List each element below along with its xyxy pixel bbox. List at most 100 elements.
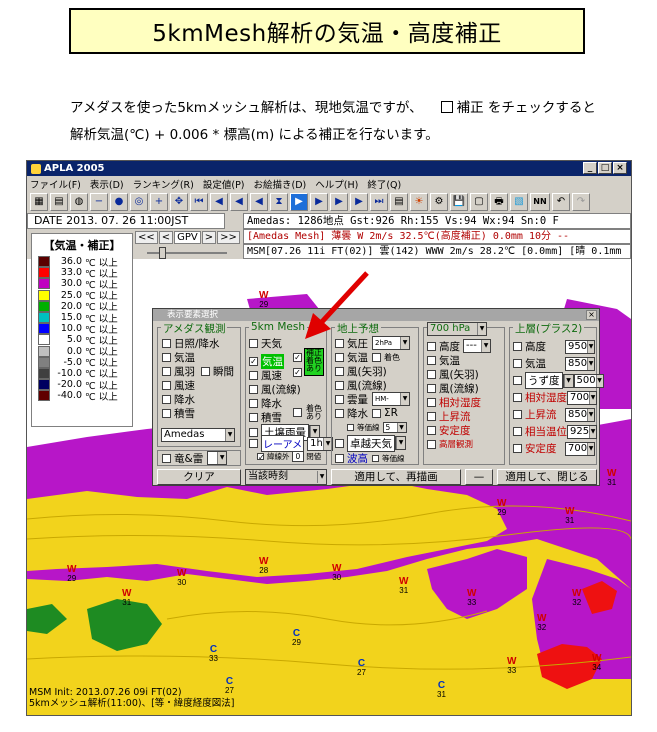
undo-icon[interactable]: ↶ <box>552 193 570 211</box>
ground-cloud-check[interactable]: 雲量 HM- ▼ <box>335 392 410 406</box>
globe-icon[interactable]: ◍ <box>70 193 88 211</box>
settings-icon[interactable]: ⚙ <box>430 193 448 211</box>
amedas-precip-check[interactable]: 降水 <box>162 392 234 406</box>
gpv-prev-button[interactable]: << <box>135 231 158 244</box>
zoom-reset-icon[interactable]: ● <box>110 193 128 211</box>
checkbox-empty[interactable] <box>249 384 258 394</box>
checkbox-empty[interactable] <box>335 438 344 448</box>
upper-humidity-select[interactable]: 700 ▼ <box>567 390 597 405</box>
slider-thumb[interactable] <box>159 247 166 259</box>
checkbox-empty[interactable] <box>249 370 258 380</box>
checkbox-empty[interactable] <box>427 383 436 393</box>
gpv-back-button[interactable]: < <box>158 231 174 244</box>
apply-redraw-button[interactable]: 適用して、再描画 <box>331 469 461 485</box>
upper-temp-row[interactable]: 気温 850 ▼ <box>513 355 595 372</box>
apply-close-button[interactable]: 適用して、閉じる <box>497 469 597 485</box>
title-bar[interactable]: APLA 2005 <box>27 161 631 176</box>
upper-updraft-row[interactable]: 上昇流 850 ▼ <box>513 406 595 423</box>
checkbox-empty[interactable] <box>335 366 344 376</box>
hpa-updraft-check[interactable]: 上昇流 <box>427 409 491 423</box>
mesh-wind-stream-check[interactable]: 風(流線) <box>249 382 320 396</box>
last-frame-icon[interactable]: ⏭ <box>370 193 388 211</box>
checkbox-empty[interactable] <box>162 394 171 404</box>
back-3-icon[interactable]: ◀ <box>210 193 228 211</box>
tohen-select[interactable]: 5 ▼ <box>382 422 407 433</box>
menu-help[interactable]: ヘルプ(H) <box>315 177 358 191</box>
amedas-wind-check[interactable]: 風羽 瞬間 <box>162 364 234 378</box>
hosei-check[interactable]: ✓ <box>293 353 302 362</box>
zoom-out-icon[interactable]: − <box>90 193 108 211</box>
redo-icon[interactable]: ↷ <box>572 193 590 211</box>
rader-select[interactable]: 1h ▼ <box>307 436 334 451</box>
checkbox-empty[interactable] <box>427 425 436 435</box>
checkbox-empty[interactable] <box>162 408 171 418</box>
forward-1-icon[interactable]: ▶ <box>310 193 328 211</box>
precip-coloring-check[interactable] <box>293 408 302 417</box>
hpa-wind-check[interactable]: 風(矢羽) <box>427 367 491 381</box>
table-icon[interactable]: ▤ <box>50 193 68 211</box>
checkbox-empty[interactable] <box>513 342 522 351</box>
nn-icon[interactable]: NN <box>530 193 550 211</box>
print-icon[interactable]: 🖶 <box>490 193 508 211</box>
ground-wind-check[interactable]: 風(矢羽) <box>335 364 410 378</box>
thunder-check[interactable]: 竜&雷 ▼ <box>162 451 228 465</box>
gpv-forward-button[interactable]: >> <box>217 231 240 244</box>
ground-precip-check[interactable]: 降水 ΣR <box>335 406 410 420</box>
checkbox-empty[interactable] <box>335 394 344 404</box>
menu-draw[interactable]: お絵描き(D) <box>254 177 307 191</box>
checkbox-empty[interactable] <box>162 453 171 463</box>
checkbox-empty[interactable] <box>249 439 258 448</box>
hosei-cell[interactable]: 補正 着色 あり <box>304 348 324 376</box>
checkbox-empty[interactable] <box>427 369 436 379</box>
checkbox-empty[interactable] <box>513 427 522 436</box>
weather-icon[interactable]: ☀ <box>410 193 428 211</box>
menu-display[interactable]: 表示(D) <box>90 177 124 191</box>
minimize-button[interactable]: _ <box>583 162 597 174</box>
hpa-height-check[interactable]: 高度 --- ▼ <box>427 339 491 353</box>
check-icon[interactable]: ✓ <box>249 356 258 366</box>
checkbox-empty[interactable] <box>427 341 436 351</box>
ground-stream-check[interactable]: 風(流線) <box>335 378 410 392</box>
upper-stability-select[interactable]: 700 ▼ <box>565 441 595 456</box>
checkbox-empty[interactable] <box>249 412 258 422</box>
upper-height-row[interactable]: 高度 950 ▼ <box>513 338 595 355</box>
first-frame-icon[interactable]: ⏮ <box>190 193 208 211</box>
checkbox-empty[interactable] <box>427 439 436 449</box>
ground-temp-check[interactable]: 気温 着色 <box>335 350 410 364</box>
gpv-next-button[interactable]: > <box>201 231 217 244</box>
checkbox-empty[interactable] <box>335 380 344 390</box>
checkbox-empty[interactable] <box>249 338 258 348</box>
zoom-in-icon[interactable]: + <box>150 193 168 211</box>
upper-humidity-row[interactable]: 相対湿度 700 ▼ <box>513 389 597 406</box>
upper-updraft-select[interactable]: 850 ▼ <box>565 407 595 422</box>
checkbox-empty[interactable] <box>513 410 522 419</box>
zoom-fit-icon[interactable]: ◎ <box>130 193 148 211</box>
checkbox-empty[interactable] <box>335 453 344 463</box>
hpa-stability-check[interactable]: 安定度 <box>427 423 491 437</box>
cloud-select[interactable]: HM- ▼ <box>372 392 410 406</box>
rader-label[interactable]: レーアメ <box>261 435 305 452</box>
checkbox-empty[interactable] <box>513 376 522 385</box>
menu-ranking[interactable]: ランキング(R) <box>133 177 194 191</box>
maximize-button[interactable]: □ <box>598 162 612 174</box>
blank-page-icon[interactable]: ▢ <box>470 193 488 211</box>
hpa-humidity-check[interactable]: 相対湿度 <box>427 395 491 409</box>
dialog-close-button[interactable]: × <box>586 310 597 320</box>
menu-settings[interactable]: 設定値(P) <box>203 177 245 191</box>
hpa-temp-check[interactable]: 気温 <box>427 353 491 367</box>
dash-button[interactable]: — <box>465 469 493 485</box>
close-button[interactable]: × <box>613 162 627 174</box>
time-select[interactable]: 当該時刻 ▼ <box>245 469 327 485</box>
menu-quit[interactable]: 終了(Q) <box>367 177 401 191</box>
coloring-check[interactable]: ✓ <box>293 368 302 377</box>
back-2-icon[interactable]: ◀ <box>230 193 248 211</box>
checkbox-empty[interactable] <box>427 397 436 407</box>
thunder-select[interactable]: ▼ <box>207 451 228 465</box>
checkbox-empty[interactable] <box>335 352 344 362</box>
wave-check[interactable]: 波高 等価線 <box>335 451 405 465</box>
hourglass-icon[interactable]: ⧗ <box>270 193 288 211</box>
takuetsu-select[interactable]: ▼ <box>395 436 406 450</box>
amedas-select[interactable]: Amedas ▼ <box>161 428 235 442</box>
checkbox-empty[interactable] <box>427 411 436 421</box>
checkbox-empty[interactable] <box>372 454 379 462</box>
